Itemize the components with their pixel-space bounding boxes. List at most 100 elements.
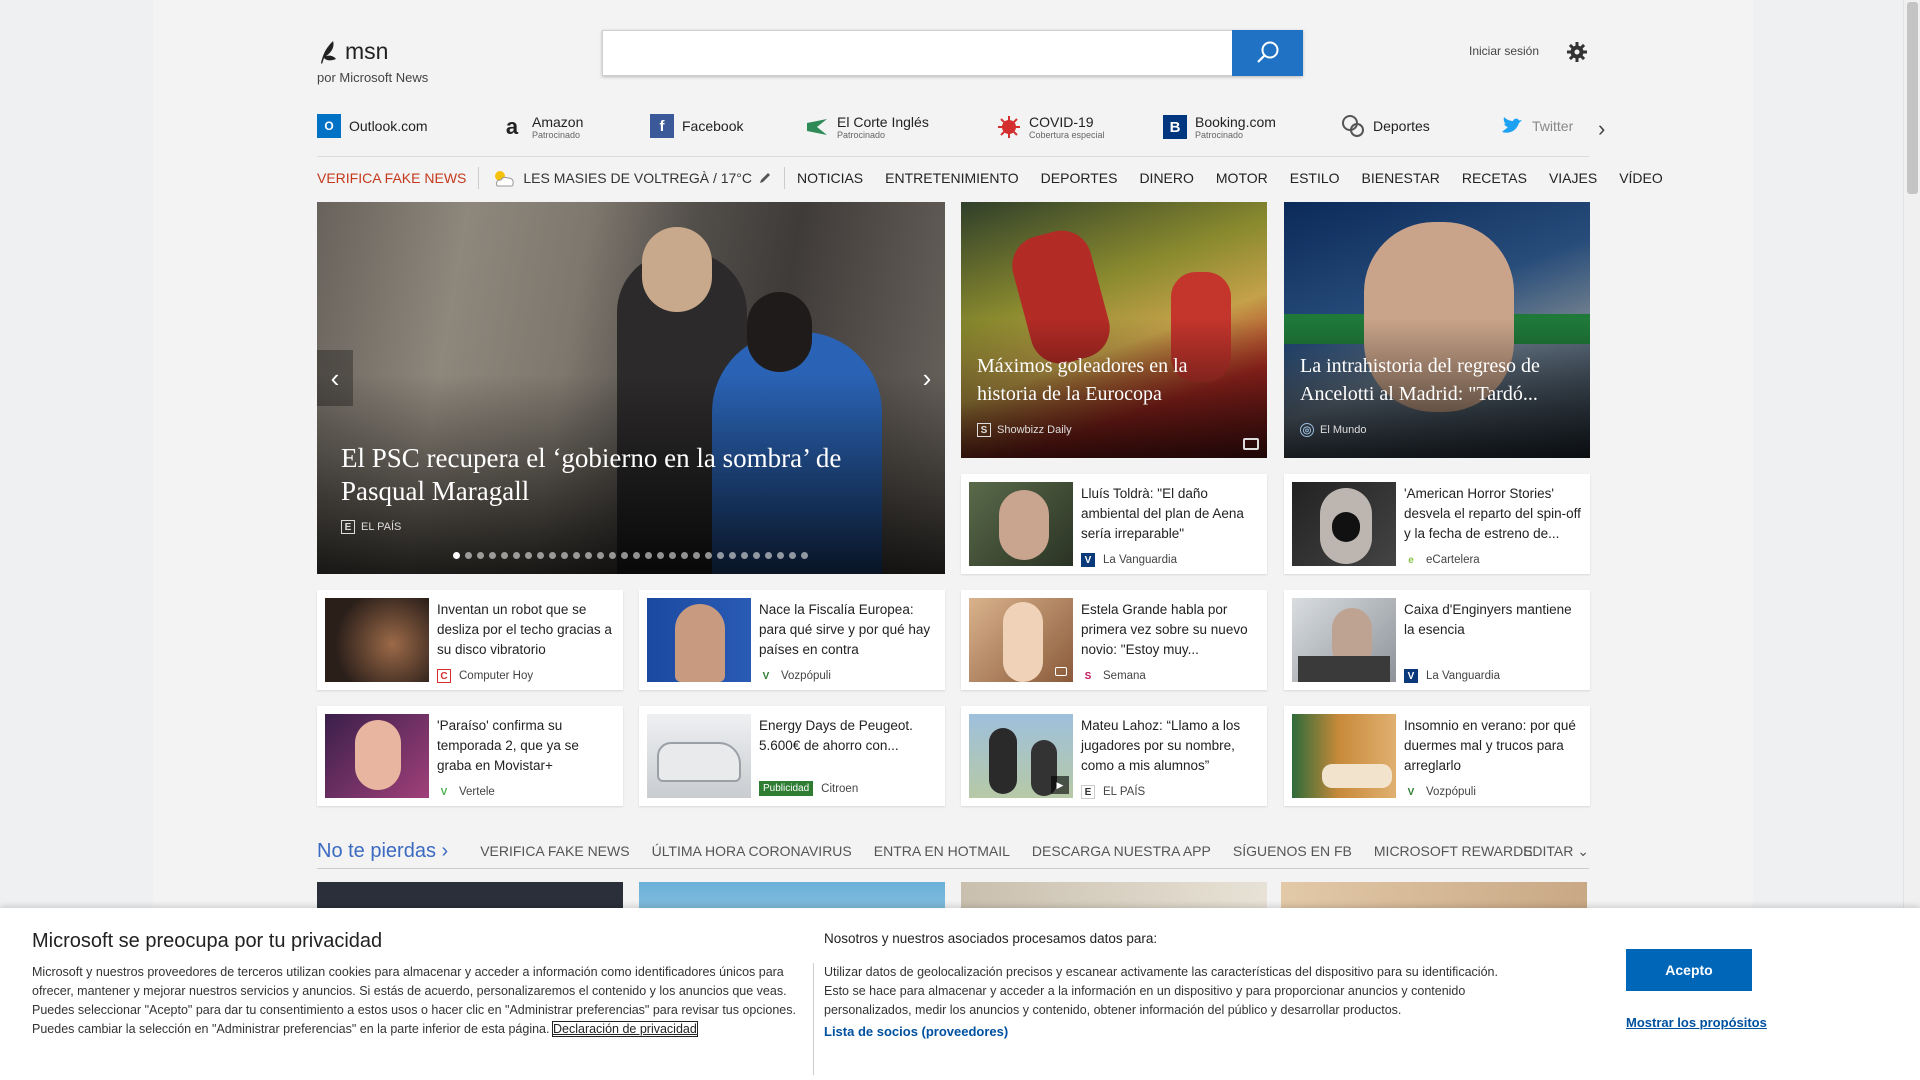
carousel-prev-icon[interactable]: ‹ xyxy=(317,350,353,406)
carousel-dot[interactable] xyxy=(729,552,736,559)
carousel-dot[interactable] xyxy=(789,552,796,559)
nav-item-entretenimiento[interactable]: ENTRETENIMIENTO xyxy=(885,170,1019,186)
carousel-dot[interactable] xyxy=(585,552,592,559)
ntp-link[interactable]: ENTRA EN HOTMAIL xyxy=(874,843,1010,859)
carousel-dot[interactable] xyxy=(657,552,664,559)
carousel-dot[interactable] xyxy=(681,552,688,559)
carousel-dot[interactable] xyxy=(597,552,604,559)
news-tile[interactable]: Caixa d'Enginyers mantiene la esencia VL… xyxy=(1284,590,1590,690)
quicklink-outlook[interactable]: O Outlook.com xyxy=(317,114,428,138)
news-tile[interactable]: Inventan un robot que se desliza por el … xyxy=(317,590,623,690)
carousel-dot[interactable] xyxy=(645,552,652,559)
quicklink-booking[interactable]: B Booking.com Patrocinado xyxy=(1163,114,1276,140)
carousel-dot[interactable] xyxy=(489,552,496,559)
privacy-statement-link[interactable]: Declaración de privacidad xyxy=(551,1021,698,1037)
news-tile[interactable]: ▶ Mateu Lahoz: “Llamo a los jugadores po… xyxy=(961,706,1267,806)
outlook-icon: O xyxy=(317,114,341,138)
carousel-dot[interactable] xyxy=(717,552,724,559)
hero-title[interactable]: El PSC recupera el ‘gobierno en la sombr… xyxy=(341,442,921,508)
tile-title: Mateu Lahoz: “Llamo a los jugadores por … xyxy=(1081,718,1241,773)
news-tile[interactable]: Estela Grande habla por primera vez sobr… xyxy=(961,590,1267,690)
quicklink-deportes[interactable]: Deportes xyxy=(1341,114,1430,138)
quicklink-amazon[interactable]: a Amazon Patrocinado xyxy=(500,114,583,140)
carousel-dot[interactable] xyxy=(465,552,472,559)
twitter-icon xyxy=(1502,117,1522,133)
ntp-link[interactable]: ÚLTIMA HORA CORONAVIRUS xyxy=(652,843,852,859)
carousel-dot[interactable] xyxy=(501,552,508,559)
news-tile[interactable]: 'American Horror Stories' desvela el rep… xyxy=(1284,474,1590,574)
search-input[interactable] xyxy=(602,30,1232,76)
carousel-dot[interactable] xyxy=(621,552,628,559)
signin-link[interactable]: Iniciar sesión xyxy=(1469,44,1539,58)
nav-item-bienestar[interactable]: BIENESTAR xyxy=(1362,170,1440,186)
tile-thumbnail: ▶ xyxy=(969,714,1073,798)
carousel-dot[interactable] xyxy=(525,552,532,559)
bigtile-ancelotti[interactable]: La intrahistoria del regreso de Ancelott… xyxy=(1284,202,1590,458)
hero-carousel[interactable]: El PSC recupera el ‘gobierno en la sombr… xyxy=(317,202,945,574)
carousel-dot[interactable] xyxy=(693,552,700,559)
search-button[interactable] xyxy=(1232,30,1303,76)
carousel-dot[interactable] xyxy=(513,552,520,559)
carousel-dot[interactable] xyxy=(741,552,748,559)
news-tile[interactable]: Insomnio en verano: por qué duermes mal … xyxy=(1284,706,1590,806)
carousel-dot[interactable] xyxy=(609,552,616,559)
tile-source-label: eCartelera xyxy=(1426,554,1480,566)
tile-thumbnail xyxy=(647,598,751,682)
carousel-dot[interactable] xyxy=(669,552,676,559)
quicklink-elcorteingles[interactable]: El Corte Inglés Patrocinado xyxy=(805,114,929,140)
carousel-dot[interactable] xyxy=(453,552,460,559)
tile-title: Lluís Toldrà: "El daño ambiental del pla… xyxy=(1081,486,1244,541)
show-purposes-link[interactable]: Mostrar los propósitos xyxy=(1626,1015,1767,1030)
accept-button[interactable]: Acepto xyxy=(1626,949,1752,991)
ntp-link[interactable]: DESCARGA NUESTRA APP xyxy=(1032,843,1211,859)
nav-item-recetas[interactable]: RECETAS xyxy=(1462,170,1527,186)
no-te-pierdas-heading[interactable]: No te pierdas › xyxy=(317,840,448,863)
carousel-dot[interactable] xyxy=(801,552,808,559)
nav-item-estilo[interactable]: ESTILO xyxy=(1290,170,1340,186)
carousel-next-icon[interactable]: › xyxy=(909,350,945,406)
tile-source-label: La Vanguardia xyxy=(1103,554,1177,566)
carousel-dot[interactable] xyxy=(633,552,640,559)
nav-separator xyxy=(478,167,480,189)
scrollbar-thumb[interactable] xyxy=(1907,2,1918,194)
quicklink-twitter[interactable]: Twitter xyxy=(1500,114,1573,138)
msn-logo[interactable]: msn xyxy=(317,38,388,65)
ntp-link[interactable]: SÍGUENOS EN FB xyxy=(1233,843,1352,859)
carousel-dot[interactable] xyxy=(477,552,484,559)
edit-button[interactable]: EDITAR ⌄ xyxy=(1523,843,1589,860)
nav-item-motor[interactable]: MOTOR xyxy=(1216,170,1268,186)
tile-title: Insomnio en verano: por qué duermes mal … xyxy=(1404,718,1576,773)
partners-link[interactable]: Lista de socios (proveedores) xyxy=(824,1024,1008,1039)
quicklink-title: Amazon xyxy=(532,114,584,130)
carousel-dot[interactable] xyxy=(549,552,556,559)
news-tile[interactable]: Energy Days de Peugeot. 5.600€ de ahorro… xyxy=(639,706,945,806)
nav-item-dinero[interactable]: DINERO xyxy=(1139,170,1193,186)
carousel-dot[interactable] xyxy=(705,552,712,559)
carousel-dot[interactable] xyxy=(537,552,544,559)
tile-thumbnail xyxy=(969,598,1073,682)
tile-thumbnail xyxy=(325,598,429,682)
pencil-icon[interactable] xyxy=(758,171,772,185)
news-tile[interactable]: Nace la Fiscalía Europea: para qué sirve… xyxy=(639,590,945,690)
nav-item-deportes[interactable]: DEPORTES xyxy=(1041,170,1118,186)
tile-title: Nace la Fiscalía Europea: para qué sirve… xyxy=(759,602,931,657)
carousel-dot[interactable] xyxy=(753,552,760,559)
quicklink-facebook[interactable]: f Facebook xyxy=(650,114,743,138)
quicklink-covid[interactable]: COVID-19 Cobertura especial xyxy=(997,114,1105,140)
weather-widget[interactable]: LES MASIES DE VOLTREGÀ / 17°C xyxy=(491,168,772,188)
quicklinks-next-icon[interactable]: › xyxy=(1598,116,1605,142)
gear-icon[interactable] xyxy=(1566,41,1588,63)
news-tile[interactable]: Lluís Toldrà: "El daño ambiental del pla… xyxy=(961,474,1267,574)
bigtile-eurocopa[interactable]: Máximos goleadores en la historia de la … xyxy=(961,202,1267,458)
news-tile[interactable]: 'Paraíso' confirma su temporada 2, que y… xyxy=(317,706,623,806)
nav-fake-news[interactable]: VERIFICA FAKE NEWS xyxy=(317,170,466,186)
nav-item-noticias[interactable]: NOTICIAS xyxy=(797,170,863,186)
nav-item-viajes[interactable]: VIAJES xyxy=(1549,170,1597,186)
carousel-dot[interactable] xyxy=(573,552,580,559)
carousel-dot[interactable] xyxy=(561,552,568,559)
nav-item-video[interactable]: VÍDEO xyxy=(1619,170,1663,186)
ntp-link[interactable]: VERIFICA FAKE NEWS xyxy=(480,843,629,859)
carousel-dot[interactable] xyxy=(777,552,784,559)
ntp-link[interactable]: MICROSOFT REWARDS xyxy=(1374,843,1533,859)
carousel-dot[interactable] xyxy=(765,552,772,559)
